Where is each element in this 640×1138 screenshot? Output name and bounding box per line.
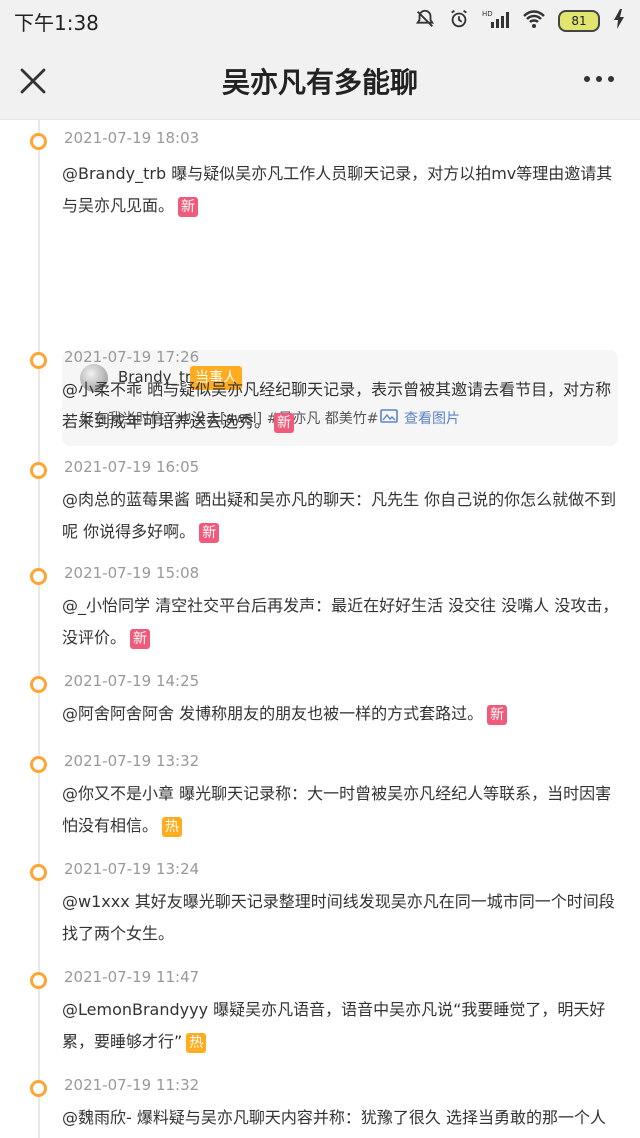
entry-text: @w1xxx 其好友曝光聊天记录整理时间线发现吴亦凡在同一城市同一个时间段找了两… (62, 886, 620, 950)
entry-text: @Brandy_trb 曝与疑似吴亦凡工作人员聊天记录，对方以拍mv等理由邀请其… (62, 158, 620, 222)
timeline-entry: 2021-07-19 13:32 @你又不是小章 曝光聊天记录称：大一时曾被吴亦… (0, 744, 640, 852)
entry-text: @_小怡同学 清空社交平台后再发声：最近在好好生活 没交往 没嘴人 没攻击，没评… (62, 590, 620, 654)
timeline-dot (30, 568, 47, 585)
entry-text-content: @魏雨欣- 爆料疑与吴亦凡聊天内容并称：犹豫了很久 选择当勇敢的那一个人 。 (62, 1108, 606, 1127)
timeline-entry: 2021-07-19 14:25 @阿舍阿舍阿舍 发博称朋友的朋友也被一样的方式… (0, 664, 640, 744)
new-tag: 新 (130, 628, 151, 649)
hot-tag: 热 (186, 1032, 207, 1053)
timeline-dot (30, 133, 47, 150)
new-tag: 新 (199, 522, 220, 543)
new-tag: 新 (178, 196, 199, 217)
nav-bar: 吴亦凡有多能聊 (0, 42, 640, 120)
entry-text: @肉总的蓝莓果酱 晒出疑和吴亦凡的聊天：凡先生 你自己说的你怎么就做不到呢 你说… (62, 484, 620, 548)
entry-text-content: @LemonBrandyyy 曝疑吴亦凡语音，语音中吴亦凡说“我要睡觉了，明天好… (62, 1000, 606, 1051)
entry-text: @LemonBrandyyy 曝疑吴亦凡语音，语音中吴亦凡说“我要睡觉了，明天好… (62, 994, 620, 1058)
entry-time: 2021-07-19 13:24 (64, 860, 200, 878)
close-icon[interactable] (18, 66, 48, 96)
entry-text: @你又不是小章 曝光聊天记录称：大一时曾被吴亦凡经纪人等联系，当时因害怕没有相信… (62, 778, 620, 842)
timeline-dot (30, 352, 47, 369)
page-title: 吴亦凡有多能聊 (221, 65, 418, 99)
entry-time: 2021-07-19 18:03 (64, 129, 200, 147)
entry-text-content: @你又不是小章 曝光聊天记录称：大一时曾被吴亦凡经纪人等联系，当时因害怕没有相信… (62, 784, 612, 835)
signal-icon: HD (482, 8, 510, 34)
entry-time: 2021-07-19 15:08 (64, 564, 200, 582)
entry-time: 2021-07-19 13:32 (64, 752, 200, 770)
timeline-entry: 2021-07-19 11:47 @LemonBrandyyy 曝疑吴亦凡语音，… (0, 960, 640, 1068)
mute-icon (414, 8, 436, 34)
timeline-dot (30, 1080, 47, 1097)
timeline-entry: 2021-07-19 15:08 @_小怡同学 清空社交平台后再发声：最近在好好… (0, 556, 640, 664)
timeline-entry: 2021-07-19 11:32 @魏雨欣- 爆料疑与吴亦凡聊天内容并称：犹豫了… (0, 1068, 640, 1138)
timeline-dot (30, 972, 47, 989)
entry-text-content: @w1xxx 其好友曝光聊天记录整理时间线发现吴亦凡在同一城市同一个时间段找了两… (62, 892, 615, 943)
network-label: HD (482, 10, 493, 18)
entry-text-content: @Brandy_trb 曝与疑似吴亦凡工作人员聊天记录，对方以拍mv等理由邀请其… (62, 164, 613, 215)
timeline-dot (30, 676, 47, 693)
entry-time: 2021-07-19 11:47 (64, 968, 200, 986)
entry-time: 2021-07-19 17:26 (64, 348, 200, 366)
entry-time: 2021-07-19 14:25 (64, 672, 200, 690)
entry-time: 2021-07-19 11:32 (64, 1076, 200, 1094)
new-tag: 新 (487, 704, 508, 725)
new-tag: 新 (274, 412, 295, 433)
battery-icon: 81 (558, 10, 600, 32)
alarm-icon (448, 8, 470, 34)
entry-text-content: @肉总的蓝莓果酱 晒出疑和吴亦凡的聊天：凡先生 你自己说的你怎么就做不到呢 你说… (62, 490, 617, 541)
timeline-entry: 2021-07-19 13:24 @w1xxx 其好友曝光聊天记录整理时间线发现… (0, 852, 640, 960)
hot-tag: 热 (162, 816, 183, 837)
timeline-entry: 2021-07-19 17:26 @小柔不乖 晒与疑似吴亦凡经纪聊天记录，表示曾… (0, 340, 640, 450)
entry-text-content: @小柔不乖 晒与疑似吴亦凡经纪聊天记录，表示曾被其邀请去看节目，对方称若未到成年… (62, 380, 612, 431)
entry-time: 2021-07-19 16:05 (64, 458, 200, 476)
more-icon[interactable] (584, 76, 614, 82)
entry-text: @阿舍阿舍阿舍 发博称朋友的朋友也被一样的方式套路过。新 (62, 698, 620, 730)
status-time: 下午1:38 (14, 10, 99, 35)
wifi-icon (522, 8, 546, 34)
entry-text-content: @阿舍阿舍阿舍 发博称朋友的朋友也被一样的方式套路过。 (62, 704, 484, 723)
timeline-dot (30, 864, 47, 881)
status-bar: 下午1:38 HD 81 (0, 0, 640, 42)
timeline-entry: 2021-07-19 16:05 @肉总的蓝莓果酱 晒出疑和吴亦凡的聊天：凡先生… (0, 450, 640, 556)
timeline-entry: 2021-07-19 18:03 @Brandy_trb 曝与疑似吴亦凡工作人员… (0, 120, 640, 446)
entry-text: @魏雨欣- 爆料疑与吴亦凡聊天内容并称：犹豫了很久 选择当勇敢的那一个人 。热 (62, 1102, 620, 1138)
timeline-dot (30, 462, 47, 479)
timeline: 2021-07-19 18:03 @Brandy_trb 曝与疑似吴亦凡工作人员… (0, 120, 640, 1138)
charging-icon (612, 8, 626, 34)
entry-text: @小柔不乖 晒与疑似吴亦凡经纪聊天记录，表示曾被其邀请去看节目，对方称若未到成年… (62, 374, 620, 438)
timeline-dot (30, 756, 47, 773)
status-icons: HD 81 (414, 8, 626, 34)
